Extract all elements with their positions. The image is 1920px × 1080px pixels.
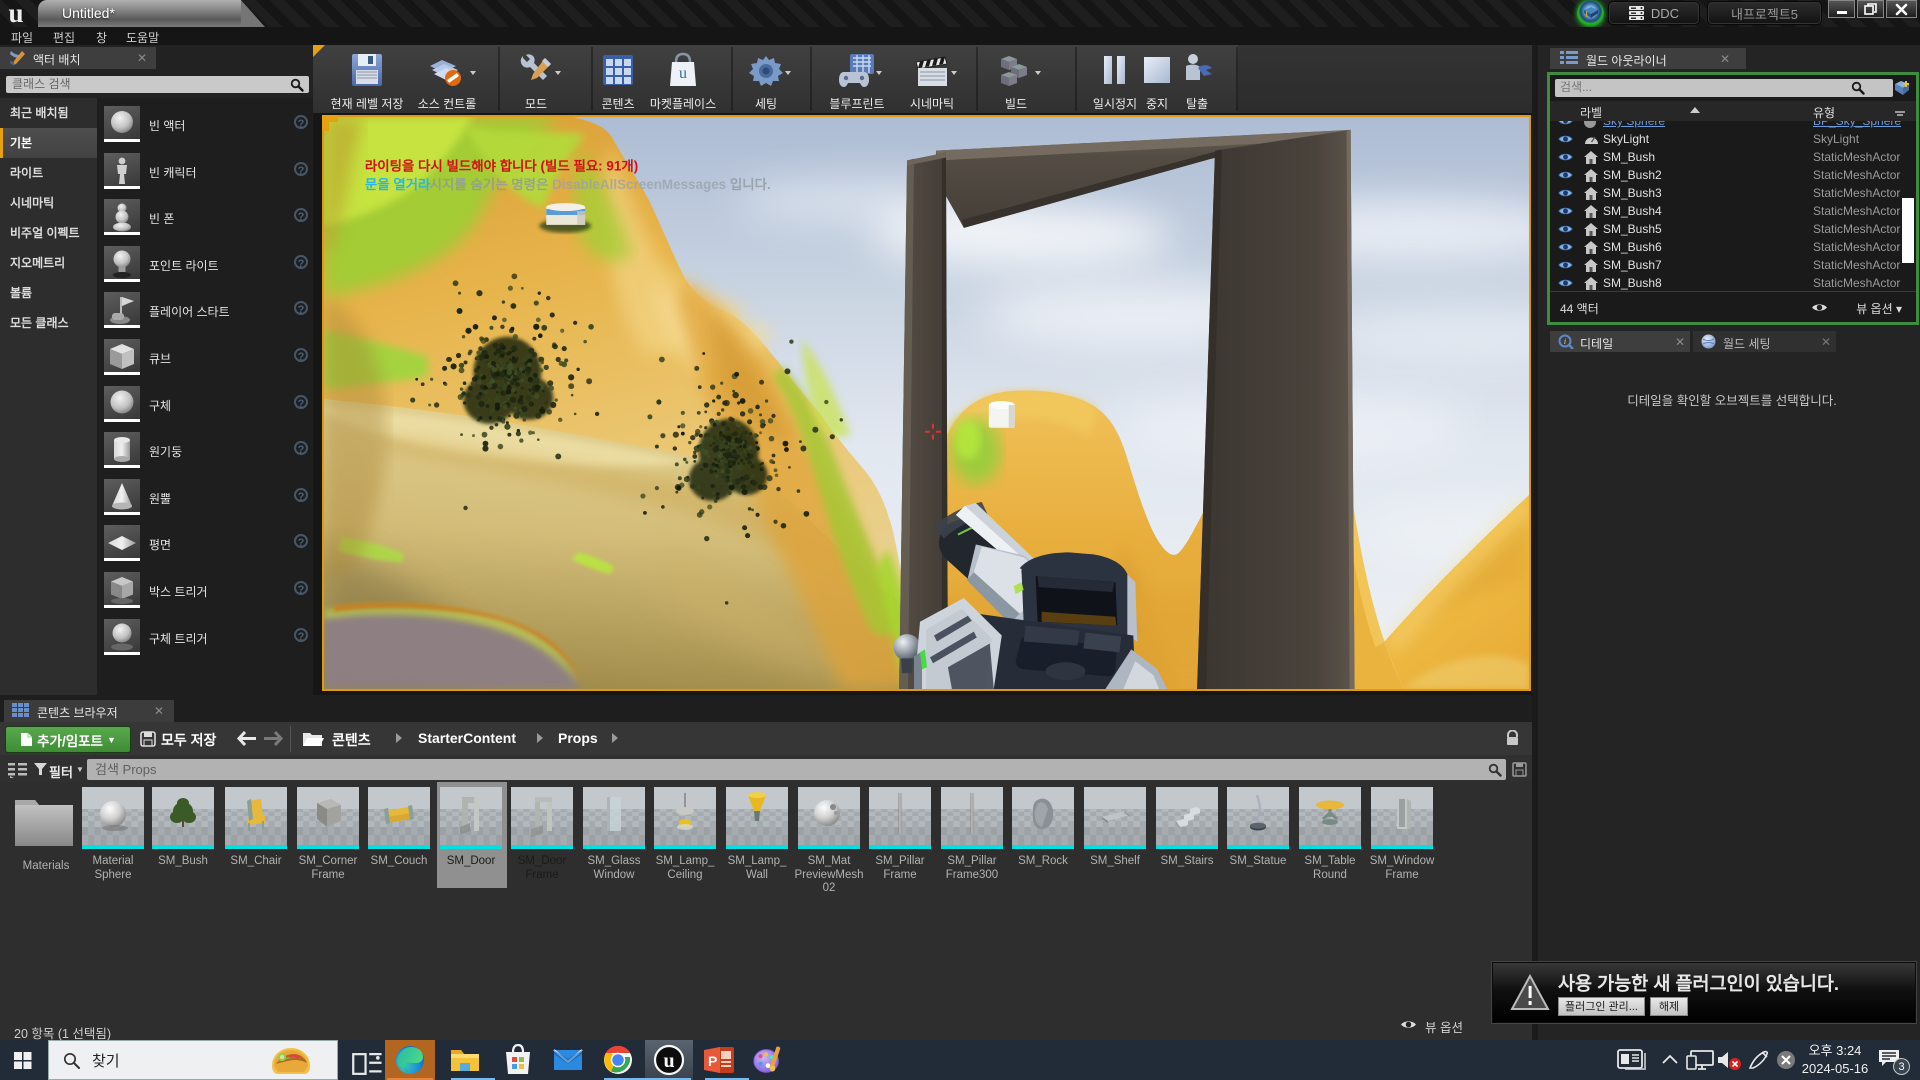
svg-text:u: u	[663, 1050, 674, 1072]
svg-text:u: u	[679, 65, 687, 82]
svg-text:i: i	[1564, 337, 1566, 346]
svg-text:u: u	[8, 1, 23, 26]
svg-text:P: P	[708, 1053, 717, 1069]
svg-text:라이팅을 다시 빌드해야 합니다 (빌드 필요: 91개): 라이팅을 다시 빌드해야 합니다 (빌드 필요: 91개)	[365, 157, 638, 173]
svg-text:문을 열거라: 문을 열거라	[365, 176, 431, 192]
svg-text:시지를 숨기는 명령은 DisableAllScreenMe: 시지를 숨기는 명령은 DisableAllScreenMessages 입니다…	[430, 176, 771, 192]
